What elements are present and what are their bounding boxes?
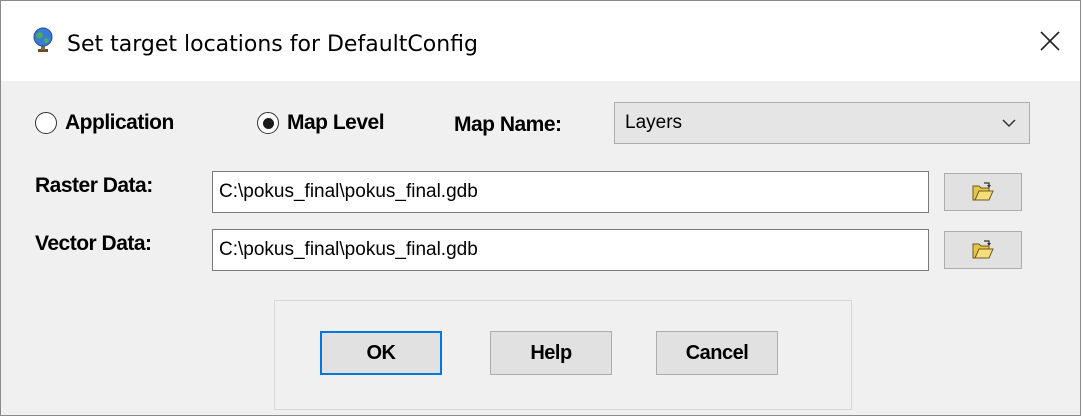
map-name-label: Map Name: [454,113,562,136]
cancel-button[interactable]: Cancel [656,331,778,375]
open-folder-icon [972,182,994,201]
open-folder-icon [972,240,994,259]
chevron-down-icon [989,118,1029,128]
map-level-radio[interactable]: Map Level [257,111,385,135]
window-title: Set target locations for DefaultConfig [67,32,478,57]
application-radio-label: Application [65,111,174,134]
radio-circle-selected [257,112,279,134]
raster-data-label: Raster Data: [35,174,153,197]
button-group: OK Help Cancel [274,300,852,410]
help-button[interactable]: Help [490,331,612,375]
map-name-select[interactable]: Layers [614,102,1030,144]
map-level-radio-label: Map Level [287,111,385,134]
globe-icon [31,27,55,55]
raster-data-input[interactable]: C:\pokus_final\pokus_final.gdb [212,171,929,213]
application-radio[interactable]: Application [35,111,174,135]
close-icon [1040,31,1060,51]
raster-browse-button[interactable] [944,173,1022,211]
vector-data-input[interactable]: C:\pokus_final\pokus_final.gdb [212,229,929,271]
map-name-value: Layers [625,112,683,133]
ok-button[interactable]: OK [320,331,442,375]
vector-data-label: Vector Data: [35,232,152,255]
vector-browse-button[interactable] [944,231,1022,269]
dialog-body: Application Map Level Map Name: Layers R… [1,81,1080,415]
dialog-window: Set target locations for DefaultConfig A… [0,0,1081,416]
close-button[interactable] [1020,1,1080,81]
title-bar: Set target locations for DefaultConfig [1,1,1080,81]
radio-circle [35,112,57,134]
